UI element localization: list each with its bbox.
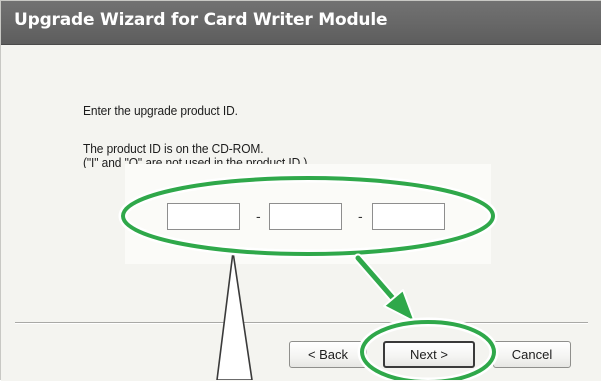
id-separator-1: - bbox=[256, 208, 261, 224]
wizard-window: Upgrade Wizard for Card Writer Module En… bbox=[0, 0, 601, 381]
cancel-button[interactable]: Cancel bbox=[493, 341, 571, 368]
window-title: Upgrade Wizard for Card Writer Module bbox=[14, 10, 388, 30]
id-separator-2: - bbox=[358, 208, 363, 224]
product-id-field-2[interactable] bbox=[269, 203, 342, 230]
back-button[interactable]: < Back bbox=[289, 341, 367, 368]
product-id-field-3[interactable] bbox=[372, 203, 445, 230]
next-button[interactable]: Next > bbox=[383, 341, 475, 368]
title-bar: Upgrade Wizard for Card Writer Module bbox=[1, 1, 601, 45]
instruction-text: Enter the upgrade product ID. bbox=[83, 103, 238, 118]
button-divider bbox=[15, 322, 588, 324]
hint-text-1: The product ID is on the CD-ROM. bbox=[83, 141, 264, 156]
product-id-field-1[interactable] bbox=[167, 203, 240, 230]
